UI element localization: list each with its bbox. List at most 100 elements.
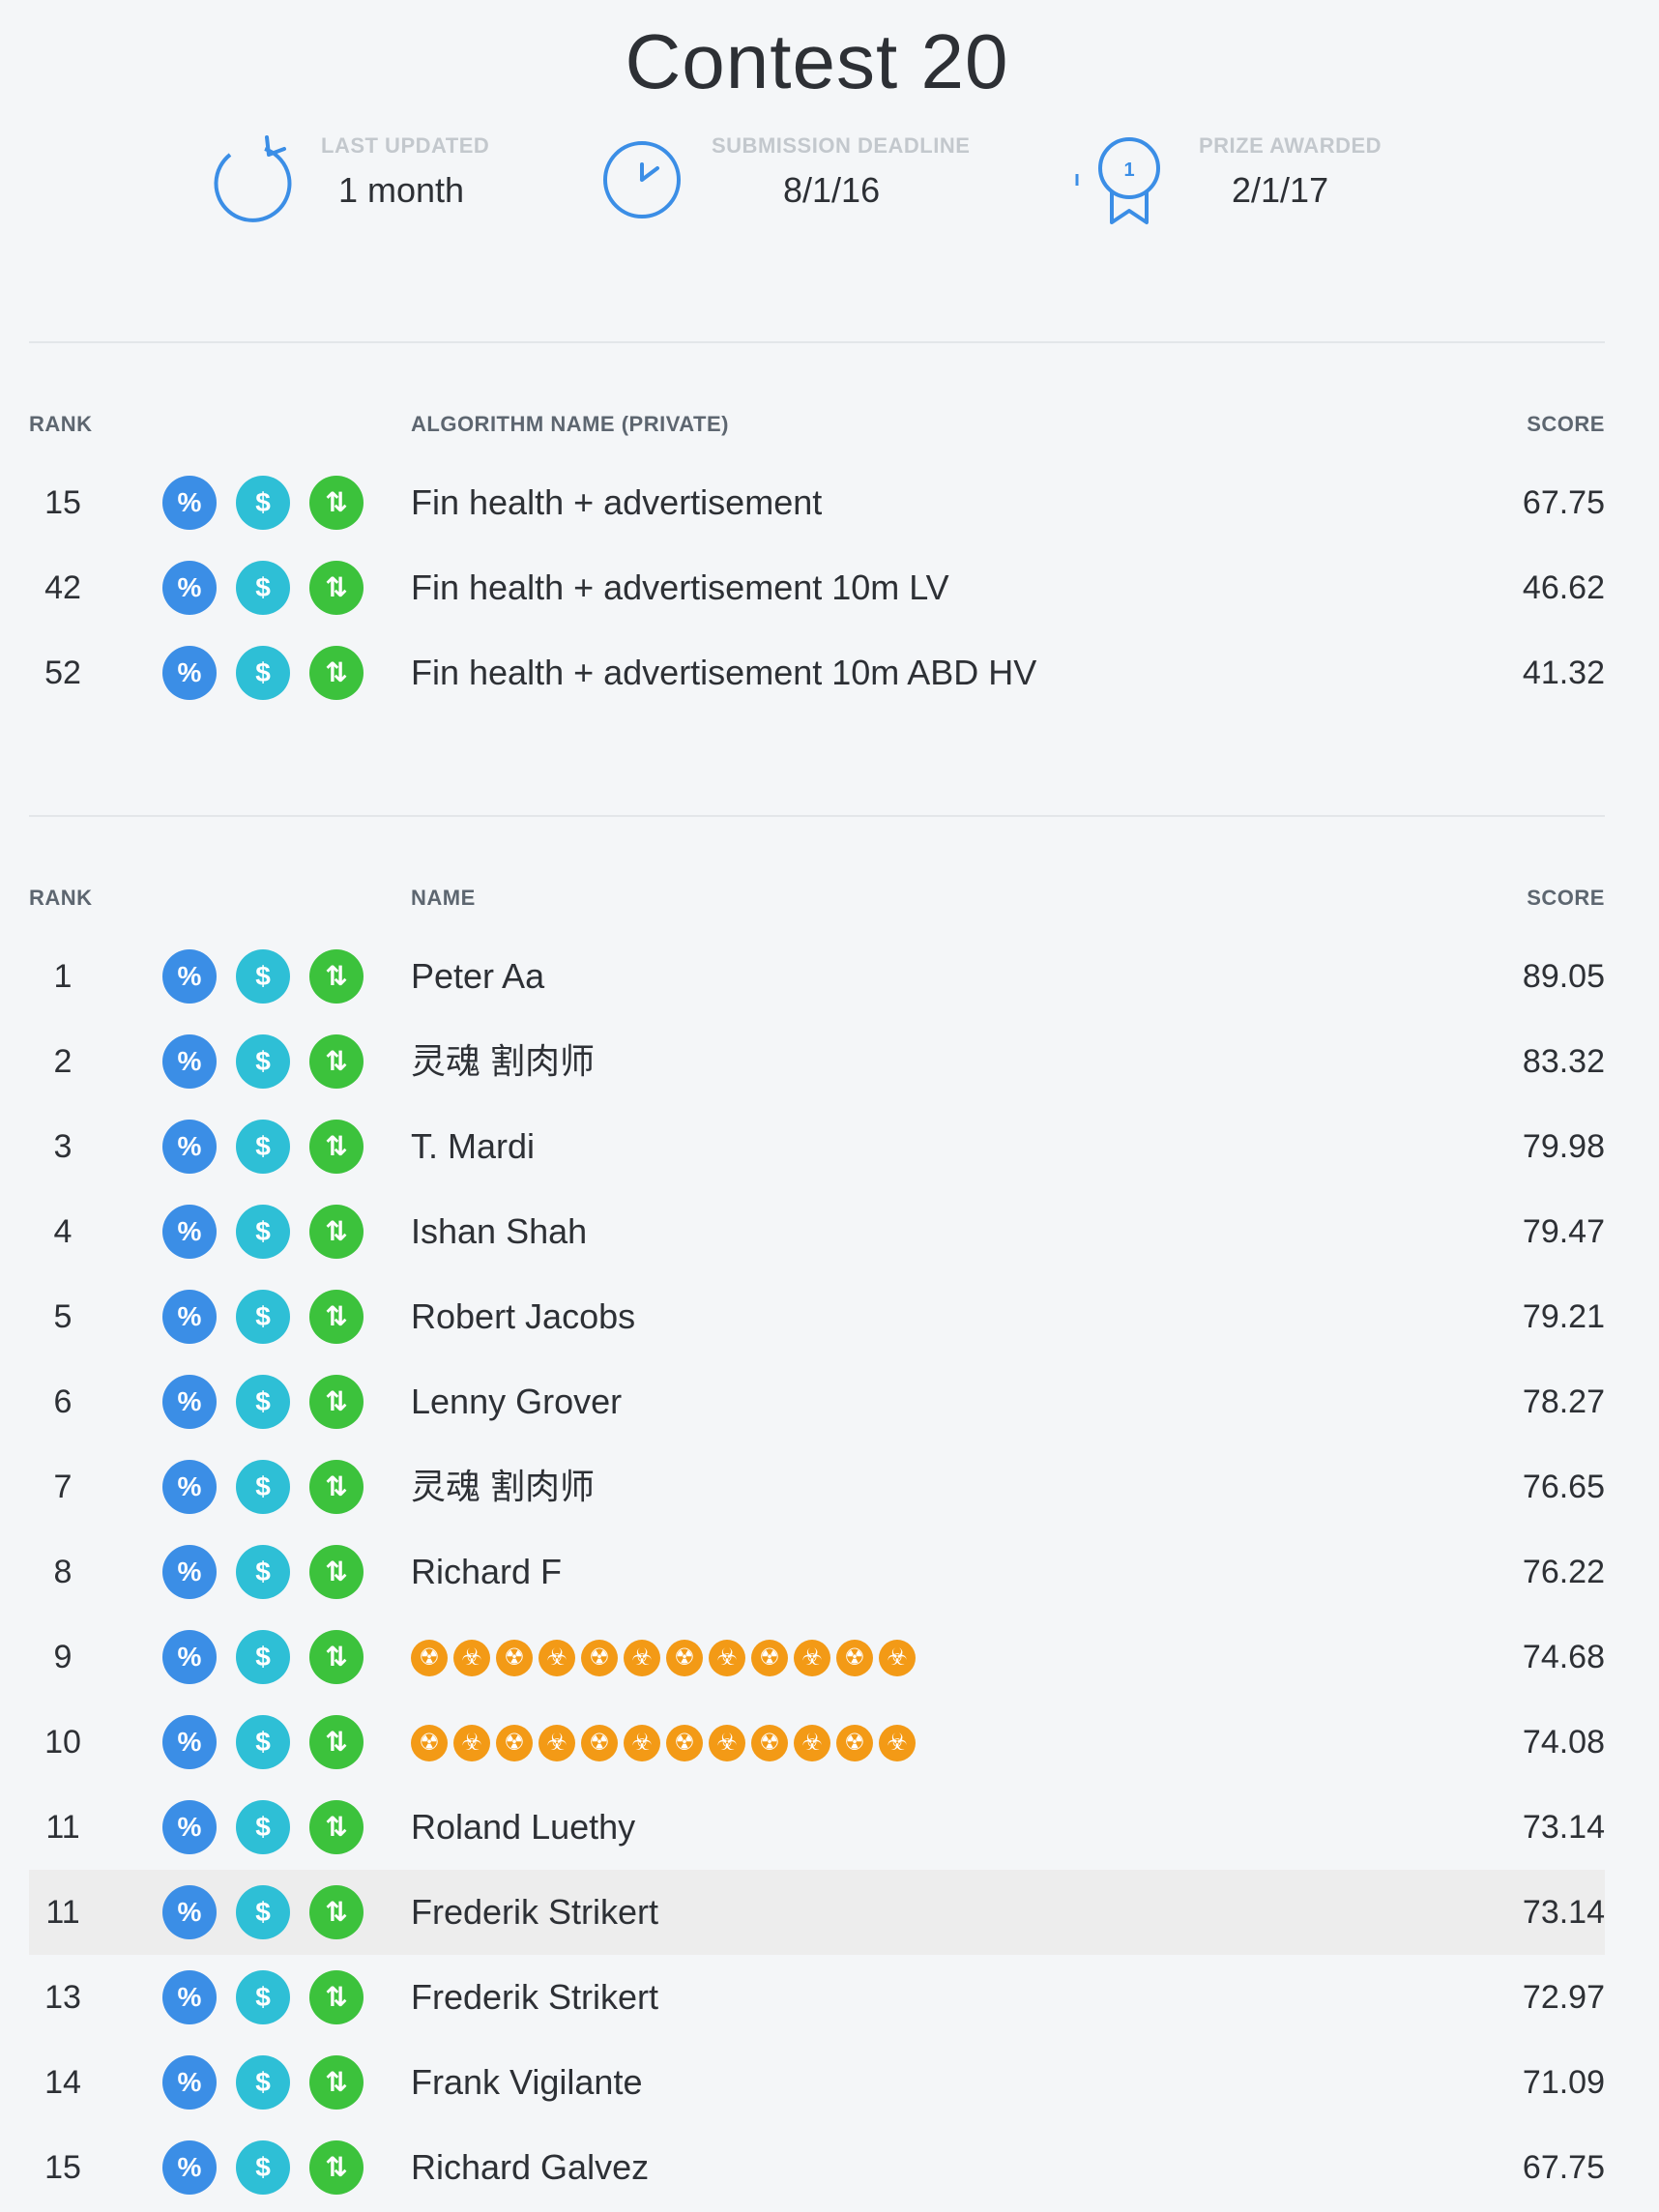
- stat-label: SUBMISSION DEADLINE: [712, 133, 971, 158]
- trade-arrows-badge-icon: ⇅: [309, 1120, 364, 1174]
- percent-badge-icon: %: [162, 646, 217, 700]
- percent-badge-icon: %: [162, 1885, 217, 1939]
- refresh-icon: [214, 135, 292, 222]
- percent-badge-icon: %: [162, 1034, 217, 1089]
- table-row[interactable]: 6% $ ⇅ Lenny Grover 78.27: [29, 1359, 1605, 1444]
- radioactive-icon: ☢: [411, 1640, 448, 1676]
- percent-badge-icon: %: [162, 949, 217, 1004]
- dollar-badge-icon: $: [236, 1630, 290, 1684]
- row-name: Fin health + advertisement 10m LV: [411, 568, 949, 607]
- table-row[interactable]: 2% $ ⇅ 灵魂 割肉师 83.32: [29, 1019, 1605, 1104]
- trade-arrows-badge-icon: ⇅: [309, 1630, 364, 1684]
- table-row[interactable]: 1% $ ⇅ Peter Aa 89.05: [29, 934, 1605, 1019]
- column-header-rank: RANK: [29, 886, 93, 910]
- row-score: 79.98: [1522, 1128, 1605, 1165]
- trade-arrows-badge-icon: ⇅: [309, 1205, 364, 1259]
- dollar-badge-icon: $: [236, 1205, 290, 1259]
- radioactive-icon: ☢: [581, 1725, 618, 1761]
- row-rank: 15: [44, 2149, 81, 2186]
- divider: [29, 815, 1605, 817]
- row-name: Fin health + advertisement: [411, 482, 823, 522]
- table-row[interactable]: 13% $ ⇅ Frederik Strikert 72.97: [29, 1955, 1605, 2040]
- radioactive-icon: ☢: [751, 1725, 788, 1761]
- radioactive-icon: ☢: [581, 1640, 618, 1676]
- row-score: 79.47: [1522, 1213, 1605, 1250]
- table-row[interactable]: 8% $ ⇅ Richard F 76.22: [29, 1529, 1605, 1615]
- dollar-badge-icon: $: [236, 1290, 290, 1344]
- stat-submission-deadline: SUBMISSION DEADLINE 8/1/16: [601, 126, 988, 232]
- trade-arrows-badge-icon: ⇅: [309, 476, 364, 530]
- dollar-badge-icon: $: [236, 561, 290, 615]
- page-title: Contest 20: [625, 18, 1009, 104]
- row-score: 73.14: [1522, 1809, 1605, 1846]
- radioactive-icon: ☢: [751, 1640, 788, 1676]
- row-name: Robert Jacobs: [411, 1296, 636, 1336]
- dollar-badge-icon: $: [236, 1970, 290, 2024]
- column-header-score: SCORE: [1527, 412, 1605, 436]
- row-score: 71.09: [1522, 2064, 1605, 2101]
- column-header-name: NAME: [411, 886, 476, 910]
- percent-badge-icon: %: [162, 1290, 217, 1344]
- row-name: Roland Luethy: [411, 1807, 636, 1847]
- percent-badge-icon: %: [162, 1970, 217, 2024]
- trade-arrows-badge-icon: ⇅: [309, 1290, 364, 1344]
- row-name: 灵魂 割肉师: [411, 1041, 596, 1081]
- percent-badge-icon: %: [162, 1460, 217, 1514]
- radioactive-icon: ☢: [411, 1725, 448, 1761]
- dollar-badge-icon: $: [236, 1375, 290, 1429]
- divider: [29, 341, 1605, 343]
- table-row[interactable]: 11% $ ⇅ Frederik Strikert 73.14: [29, 1870, 1605, 1955]
- radioactive-icon: ☢: [496, 1640, 533, 1676]
- svg-text:1: 1: [1123, 160, 1134, 181]
- percent-badge-icon: %: [162, 1715, 217, 1769]
- dollar-badge-icon: $: [236, 2140, 290, 2195]
- table-row[interactable]: 3% $ ⇅ T. Mardi 79.98: [29, 1104, 1605, 1189]
- table-row[interactable]: 10% $ ⇅ ☢ ☣ ☢ ☣ ☢ ☣ ☢ ☣ ☢ ☣ ☢ ☣ 74.08: [29, 1700, 1605, 1785]
- biohazard-icon: ☣: [879, 1725, 916, 1761]
- row-rank: 42: [44, 569, 81, 606]
- row-rank: 4: [53, 1213, 73, 1250]
- row-rank: 52: [44, 655, 81, 691]
- table-row[interactable]: 52% $ ⇅ Fin health + advertisement 10m ABD …: [29, 630, 1605, 715]
- stat-last-updated: LAST UPDATED 1 month: [211, 126, 520, 232]
- table-row[interactable]: 4% $ ⇅ Ishan Shah 79.47: [29, 1189, 1605, 1274]
- table-row[interactable]: 15% $ ⇅ Fin health + advertisement 67.75: [29, 460, 1605, 545]
- dollar-badge-icon: $: [236, 1460, 290, 1514]
- table-row[interactable]: 14% $ ⇅ Frank Vigilante 71.09: [29, 2040, 1605, 2125]
- trade-arrows-badge-icon: ⇅: [309, 1375, 364, 1429]
- biohazard-icon: ☣: [624, 1640, 660, 1676]
- radioactive-icon: ☢: [836, 1640, 873, 1676]
- biohazard-icon: ☣: [453, 1725, 490, 1761]
- row-score: 41.32: [1522, 655, 1605, 691]
- row-rank: 2: [53, 1043, 73, 1080]
- row-name: Frank Vigilante: [411, 2062, 643, 2102]
- percent-badge-icon: %: [162, 2055, 217, 2110]
- trade-arrows-badge-icon: ⇅: [309, 2055, 364, 2110]
- row-score: 78.27: [1522, 1383, 1605, 1420]
- table-row[interactable]: 7% $ ⇅ 灵魂 割肉师 76.65: [29, 1444, 1605, 1529]
- table-row[interactable]: 42% $ ⇅ Fin health + advertisement 10m LV 46…: [29, 545, 1605, 630]
- trade-arrows-badge-icon: ⇅: [309, 646, 364, 700]
- trade-arrows-badge-icon: ⇅: [309, 949, 364, 1004]
- trade-arrows-badge-icon: ⇅: [309, 1715, 364, 1769]
- row-score: 73.14: [1522, 1894, 1605, 1931]
- dollar-badge-icon: $: [236, 1715, 290, 1769]
- table-row[interactable]: 5% $ ⇅ Robert Jacobs 79.21: [29, 1274, 1605, 1359]
- row-score: 67.75: [1522, 484, 1605, 521]
- stat-label: LAST UPDATED: [321, 133, 490, 158]
- trade-arrows-badge-icon: ⇅: [309, 1460, 364, 1514]
- stat-label: PRIZE AWARDED: [1199, 133, 1382, 158]
- row-rank: 8: [53, 1554, 73, 1590]
- percent-badge-icon: %: [162, 1120, 217, 1174]
- row-name: Lenny Grover: [411, 1382, 623, 1421]
- row-score: 46.62: [1522, 569, 1605, 606]
- row-score: 76.22: [1522, 1554, 1605, 1590]
- column-header-rank: RANK: [29, 412, 93, 436]
- stat-value: 2/1/17: [1232, 170, 1329, 210]
- dollar-badge-icon: $: [236, 1800, 290, 1854]
- table-row[interactable]: 9% $ ⇅ ☢ ☣ ☢ ☣ ☢ ☣ ☢ ☣ ☢ ☣ ☢ ☣ 74.68: [29, 1615, 1605, 1700]
- radioactive-icon: ☢: [496, 1725, 533, 1761]
- biohazard-icon: ☣: [538, 1725, 575, 1761]
- table-row[interactable]: 11% $ ⇅ Roland Luethy 73.14: [29, 1785, 1605, 1870]
- table-row[interactable]: 15% $ ⇅ Richard Galvez 67.75: [29, 2125, 1605, 2210]
